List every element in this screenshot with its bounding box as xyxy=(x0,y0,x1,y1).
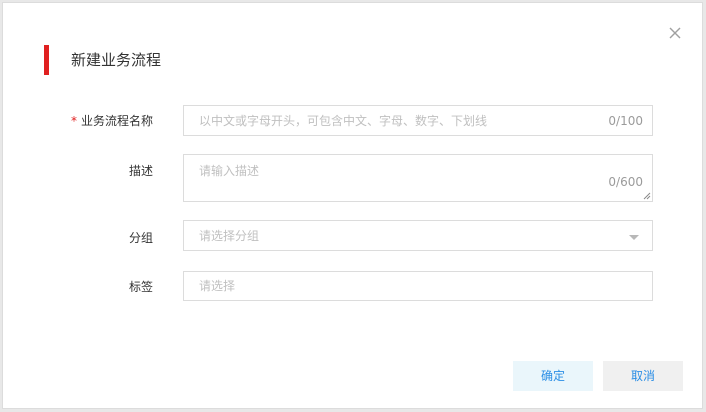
name-char-counter: 0/100 xyxy=(608,114,643,128)
group-select[interactable]: 请选择分组 xyxy=(183,220,653,251)
tags-label: 标签 xyxy=(128,280,153,294)
resize-handle-icon[interactable] xyxy=(643,192,651,200)
title-accent-bar xyxy=(44,45,49,75)
new-business-flow-dialog: 新建业务流程 * 业务流程名称 以中文或字母开头，可包含中文、字母、数字、下划线 … xyxy=(2,2,703,409)
name-label-text: 业务流程名称 xyxy=(80,114,153,128)
dialog-title: 新建业务流程 xyxy=(71,51,162,69)
name-input[interactable]: 以中文或字母开头，可包含中文、字母、数字、下划线 0/100 xyxy=(183,105,653,136)
tags-select[interactable]: 请选择 xyxy=(183,271,653,301)
description-label: 描述 xyxy=(128,164,153,178)
cancel-button[interactable]: 取消 xyxy=(603,361,683,391)
name-label: * 业务流程名称 xyxy=(33,113,153,129)
description-textarea[interactable]: 请输入描述 0/600 xyxy=(183,154,653,202)
description-placeholder: 请输入描述 xyxy=(199,164,260,178)
required-mark: * xyxy=(70,114,77,128)
group-placeholder: 请选择分组 xyxy=(199,229,260,243)
name-placeholder: 以中文或字母开头，可包含中文、字母、数字、下划线 xyxy=(199,114,488,128)
description-char-counter: 0/600 xyxy=(608,175,643,189)
close-icon[interactable] xyxy=(667,25,683,41)
group-label: 分组 xyxy=(128,231,153,245)
confirm-button[interactable]: 确定 xyxy=(513,361,593,391)
tags-placeholder: 请选择 xyxy=(199,279,236,293)
chevron-down-icon[interactable] xyxy=(629,235,639,240)
